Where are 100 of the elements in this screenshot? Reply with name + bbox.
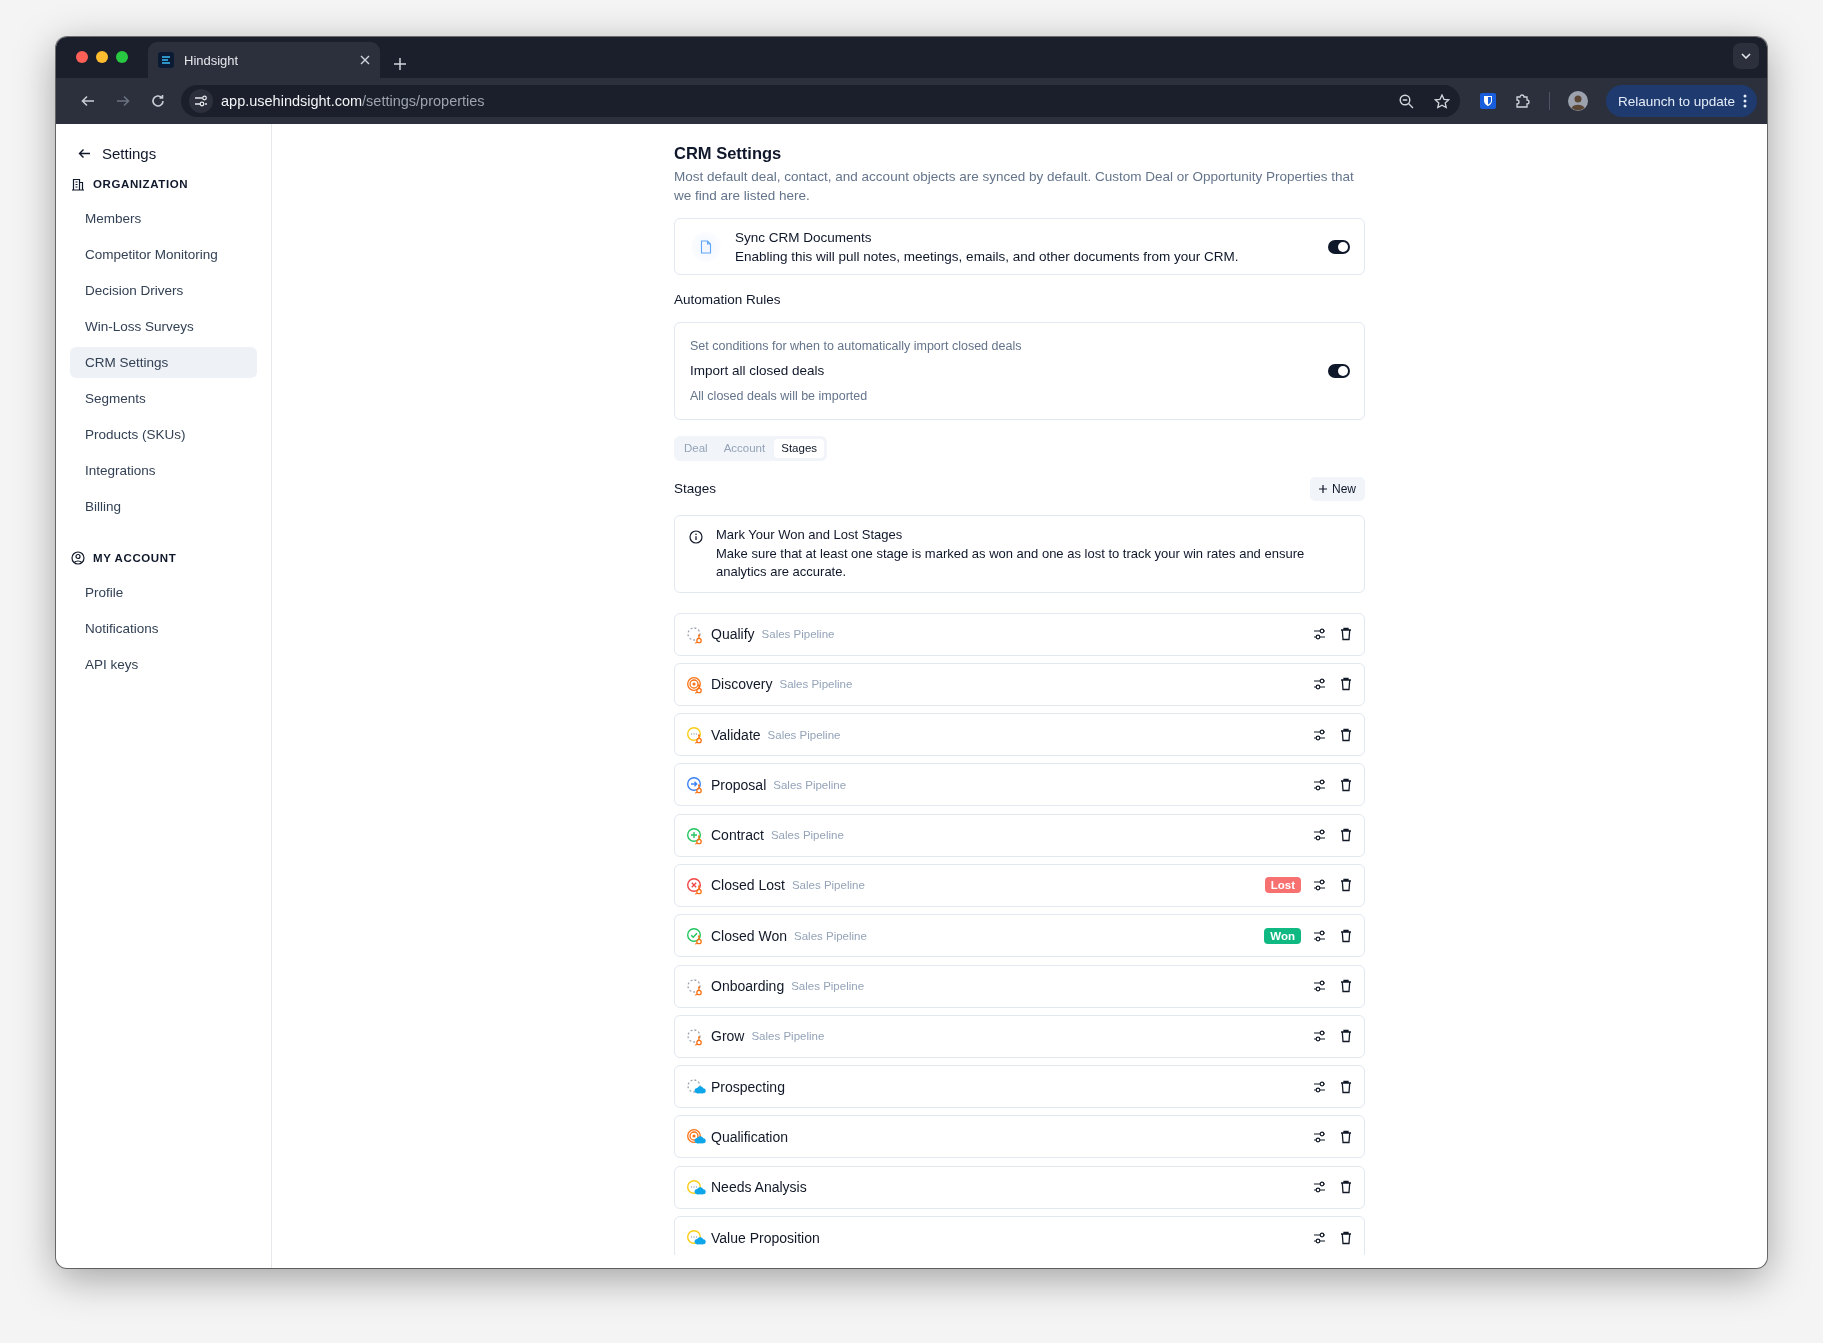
reload-icon[interactable] — [150, 94, 165, 108]
plus-icon — [1319, 485, 1327, 493]
arrow-circle-icon — [686, 776, 702, 793]
building-icon — [71, 177, 85, 191]
sliders-icon[interactable] — [1313, 1080, 1326, 1093]
maximize-window-button[interactable] — [116, 51, 128, 63]
trash-icon[interactable] — [1340, 878, 1352, 893]
star-icon[interactable] — [1433, 93, 1450, 109]
sliders-icon[interactable] — [1313, 778, 1326, 791]
stage-name: Discovery — [711, 676, 773, 693]
pipeline-label: Sales Pipeline — [761, 628, 835, 640]
sliders-icon[interactable] — [1313, 929, 1326, 942]
stage-name: Grow — [711, 1028, 745, 1045]
dashed-circle-icon — [686, 625, 702, 642]
pipeline-label: Sales Pipeline — [751, 1030, 825, 1043]
sprocket-icon — [694, 935, 704, 946]
trash-icon[interactable] — [1340, 1180, 1352, 1195]
trash-icon[interactable] — [1340, 1230, 1352, 1245]
cloud-icon — [694, 1237, 706, 1246]
sidebar-item[interactable]: Segments — [70, 383, 257, 414]
trash-icon[interactable] — [1340, 1029, 1352, 1044]
sliders-icon[interactable] — [1313, 1181, 1326, 1194]
address-bar[interactable]: app.usehindsight.com/settings/properties — [181, 85, 1460, 117]
sidebar-item[interactable]: Billing — [70, 491, 257, 522]
avatar[interactable] — [1567, 91, 1588, 111]
ellipsis-circle-icon — [686, 1229, 702, 1246]
trash-icon[interactable] — [1340, 677, 1352, 692]
close-window-button[interactable] — [76, 51, 88, 63]
new-button[interactable]: New — [1310, 477, 1365, 501]
relaunch-button[interactable]: Relaunch to update — [1605, 85, 1757, 117]
back-icon[interactable] — [80, 95, 95, 107]
toggle-switch[interactable] — [1328, 239, 1350, 254]
tab-search-button[interactable] — [1733, 43, 1759, 69]
sprocket-icon — [694, 784, 704, 795]
sidebar-item[interactable]: CRM Settings — [70, 347, 257, 378]
rule-title: Import all closed deals — [690, 362, 826, 380]
sliders-icon[interactable] — [1313, 879, 1326, 892]
stage-badge: Lost — [1264, 877, 1301, 894]
sliders-icon[interactable] — [1313, 980, 1326, 993]
target-icon — [686, 675, 702, 692]
trash-icon[interactable] — [1340, 727, 1352, 742]
user-circle-icon — [71, 551, 85, 565]
sprocket-icon — [694, 885, 704, 895]
sidebar-item[interactable]: Win-Loss Surveys — [70, 311, 257, 342]
back-arrow-icon[interactable] — [78, 147, 91, 159]
url-text: app.usehindsight.com/settings/properties — [221, 93, 486, 109]
trash-icon[interactable] — [1340, 979, 1352, 994]
minimize-window-button[interactable] — [96, 51, 108, 63]
sprocket-icon — [694, 985, 704, 996]
more-icon — [1743, 94, 1747, 108]
sprocket-icon — [694, 734, 704, 745]
sliders-icon[interactable] — [1313, 728, 1326, 741]
trash-icon[interactable] — [1340, 627, 1352, 641]
shield-icon[interactable] — [1479, 93, 1496, 109]
site-settings-icon[interactable] — [194, 95, 208, 107]
tab-title: Hindsight — [184, 52, 240, 68]
browser-tab[interactable]: Hindsight — [148, 42, 380, 78]
sidebar-item[interactable]: Integrations — [70, 455, 257, 486]
new-tab-icon[interactable] — [394, 58, 406, 70]
info-icon — [689, 530, 703, 544]
notice-title: Mark Your Won and Lost Stages — [716, 526, 904, 544]
sidebar-item[interactable]: Profile — [70, 577, 257, 608]
pipeline-label: Sales Pipeline — [794, 929, 867, 942]
trash-icon[interactable] — [1340, 1129, 1352, 1144]
toggle-switch[interactable] — [1328, 364, 1350, 378]
sliders-icon[interactable] — [1313, 829, 1326, 842]
section-heading: MY ACCOUNT — [93, 552, 177, 564]
close-icon[interactable] — [360, 55, 370, 65]
trash-icon[interactable] — [1340, 928, 1352, 943]
dashed-circle-icon — [686, 1027, 702, 1044]
sidebar-item[interactable]: Products (SKUs) — [70, 419, 257, 450]
trash-icon[interactable] — [1340, 777, 1352, 792]
sliders-icon[interactable] — [1313, 1130, 1326, 1143]
sidebar-item[interactable]: Members — [70, 203, 257, 234]
stage-name: Validate — [711, 726, 761, 743]
sidebar-item[interactable]: Notifications — [70, 613, 257, 644]
target-icon — [686, 1128, 702, 1145]
ellipsis-circle-icon — [686, 726, 702, 743]
sliders-icon[interactable] — [1313, 1030, 1326, 1043]
stage-name: Qualify — [711, 626, 755, 642]
section-heading: Automation Rules — [674, 291, 782, 309]
rule-note: All closed deals will be imported — [690, 388, 869, 405]
tab[interactable]: Stages — [774, 439, 825, 458]
section-heading: Stages — [674, 480, 717, 498]
sidebar-item[interactable]: Decision Drivers — [70, 275, 257, 306]
sidebar-item[interactable]: API keys — [70, 649, 257, 680]
trash-icon[interactable] — [1340, 1079, 1352, 1094]
zoom-out-icon[interactable] — [1398, 93, 1414, 109]
forward-icon[interactable] — [115, 95, 130, 107]
sliders-icon[interactable] — [1313, 628, 1326, 640]
trash-icon[interactable] — [1340, 828, 1352, 843]
cloud-icon — [694, 1086, 706, 1095]
pipeline-label: Sales Pipeline — [773, 778, 847, 791]
stage-name: Value Proposition — [711, 1229, 820, 1246]
sliders-icon[interactable] — [1313, 678, 1326, 691]
puzzle-icon[interactable] — [1513, 92, 1531, 110]
sliders-icon[interactable] — [1313, 1231, 1326, 1244]
notice-text: Make sure that at least one stage is marked as won and one as lost to track your win rates and ensure analytics are accurate. — [716, 544, 1306, 581]
stage-name: Needs Analysis — [711, 1179, 807, 1196]
sidebar-item[interactable]: Competitor Monitoring — [70, 239, 257, 270]
